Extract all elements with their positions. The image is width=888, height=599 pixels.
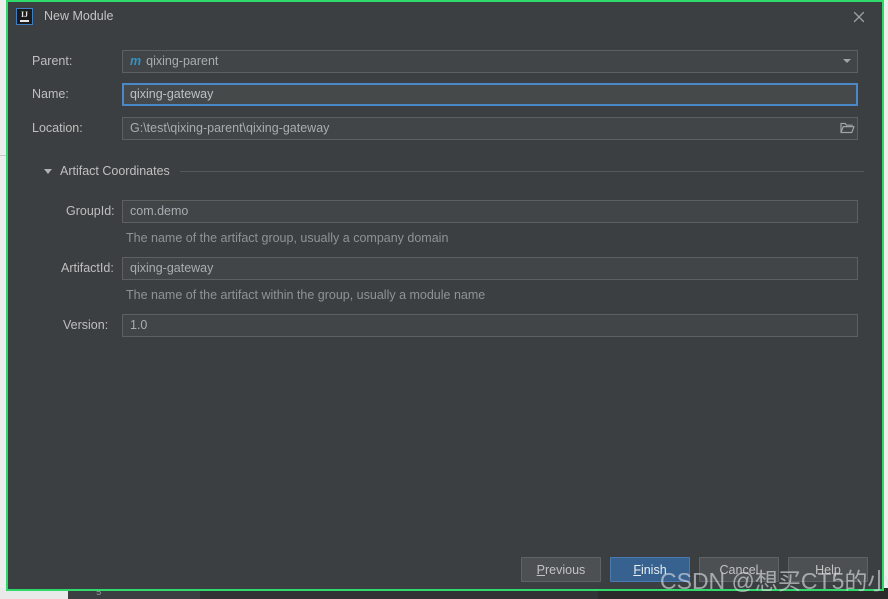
folder-icon[interactable] [836, 117, 858, 138]
artifact-coordinates-label: Artifact Coordinates [60, 164, 170, 178]
parent-combobox[interactable]: m qixing-parent [122, 50, 858, 73]
finish-button-mnemonic: F [633, 562, 641, 577]
version-label: Version: [63, 318, 109, 332]
cancel-button[interactable]: Cancel [699, 557, 779, 582]
triangle-down-icon[interactable] [44, 168, 52, 174]
artifactid-hint: The name of the artifact within the grou… [126, 288, 486, 302]
artifactid-input[interactable]: qixing-gateway [122, 257, 858, 280]
groupid-input[interactable]: com.demo [122, 200, 858, 223]
parent-row: Parent: m qixing-parent [8, 50, 882, 73]
dialog-title: New Module [44, 9, 114, 23]
groupid-row: GroupId: com.demo [8, 200, 882, 223]
name-input[interactable]: qixing-gateway [122, 83, 858, 106]
finish-button-label: inish [640, 562, 667, 577]
previous-button-mnemonic: P [536, 562, 546, 577]
version-row: Version: 1.0 [8, 314, 882, 337]
intellij-idea-icon: IJ [16, 8, 33, 25]
parent-value: qixing-parent [146, 54, 219, 68]
section-divider [179, 170, 864, 172]
artifact-coordinates-section-header[interactable]: Artifact Coordinates [44, 162, 864, 180]
parent-label: Parent: [32, 54, 73, 68]
close-icon[interactable] [850, 8, 868, 26]
previous-button-label: revious [545, 562, 586, 577]
help-button[interactable]: Help [788, 557, 868, 582]
artifactid-row: ArtifactId: qixing-gateway [8, 257, 882, 280]
chevron-down-icon[interactable] [836, 50, 858, 71]
location-row: Location: G:\test\qixing-parent\qixing-g… [8, 117, 882, 140]
name-row: Name: qixing-gateway [8, 83, 882, 106]
dialog-titlebar: IJ New Module [8, 2, 882, 33]
previous-button[interactable]: Previous [521, 557, 601, 582]
groupid-label: GroupId: [66, 204, 115, 218]
version-input[interactable]: 1.0 [122, 314, 858, 337]
name-label: Name: [32, 87, 69, 101]
location-input[interactable]: G:\test\qixing-parent\qixing-gateway [122, 117, 858, 140]
location-label: Location: [32, 121, 83, 135]
maven-module-icon: m [130, 54, 142, 68]
finish-button[interactable]: Finish [610, 557, 690, 582]
artifactid-label: ArtifactId: [61, 261, 114, 275]
new-module-dialog: IJ New Module Parent: m qixing-parent Nam… [6, 0, 884, 591]
groupid-hint: The name of the artifact group, usually … [126, 231, 449, 245]
